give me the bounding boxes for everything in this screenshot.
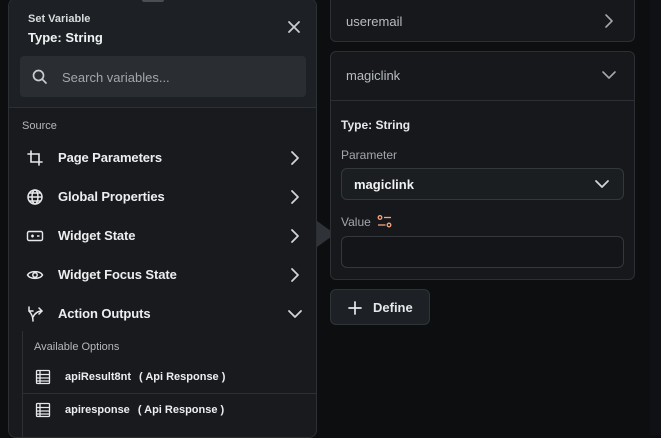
define-button-label: Define — [373, 300, 413, 315]
type-label: Type: String — [341, 118, 411, 132]
field-title: magiclink — [346, 68, 401, 83]
close-icon[interactable] — [285, 18, 303, 36]
popup-title: Set Variable — [28, 13, 91, 25]
table-icon — [35, 402, 51, 418]
search-icon — [31, 68, 49, 86]
source-item-label: Global Properties — [58, 189, 165, 204]
chevron-right-icon — [286, 227, 304, 245]
variable-settings-icon[interactable] — [377, 214, 392, 229]
source-item-global-properties[interactable]: Global Properties — [9, 179, 316, 215]
chevron-right-icon — [286, 149, 304, 167]
action-outputs-icon — [26, 305, 44, 323]
source-item-page-parameters[interactable]: Page Parameters — [9, 140, 316, 176]
chevron-right-icon — [286, 188, 304, 206]
chevron-down-icon — [286, 305, 304, 323]
source-item-label: Widget State — [58, 228, 136, 243]
option-kind: ( Api Response ) — [137, 404, 225, 416]
parameter-select[interactable]: magiclink — [341, 168, 624, 200]
plus-icon — [347, 300, 363, 316]
source-item-label: Widget Focus State — [58, 267, 177, 282]
divider — [331, 100, 634, 101]
source-item-widget-state[interactable]: Widget State — [9, 218, 316, 254]
chevron-down-icon[interactable] — [600, 66, 618, 84]
chevron-right-icon — [286, 266, 304, 284]
source-item-label: Page Parameters — [58, 150, 163, 165]
widget-state-icon — [26, 227, 44, 245]
value-label: Value — [341, 215, 371, 229]
chevron-down-icon — [593, 175, 611, 193]
drag-handle[interactable] — [142, 0, 164, 2]
source-item-widget-focus-state[interactable]: Widget Focus State — [9, 257, 316, 293]
scrollbar-track[interactable] — [650, 0, 661, 435]
option-name: apiresponse — [65, 404, 130, 416]
popup-type-label: Type: String — [28, 30, 103, 45]
field-magiclink: magiclink Type: String Parameter magicli… — [330, 51, 635, 280]
define-button[interactable]: Define — [330, 289, 430, 325]
option-item[interactable]: apiresponse ( Api Response ) — [23, 394, 316, 427]
source-item-action-outputs[interactable]: Action Outputs — [9, 296, 316, 332]
field-title: useremail — [346, 14, 403, 29]
option-item[interactable]: apiResult8nt ( Api Response ) — [23, 361, 316, 394]
table-icon — [35, 369, 51, 385]
globe-icon — [26, 188, 44, 206]
search-input[interactable] — [60, 65, 294, 89]
search-box[interactable] — [20, 56, 306, 97]
field-useremail[interactable]: useremail — [330, 0, 635, 42]
option-name: apiResult8nt — [65, 371, 132, 383]
parameter-value: magiclink — [354, 177, 414, 192]
page-parameters-icon — [26, 149, 44, 167]
source-item-label: Action Outputs — [58, 306, 151, 321]
eye-icon — [26, 266, 44, 284]
available-options-label: Available Options — [34, 341, 120, 353]
parameter-label: Parameter — [341, 148, 398, 162]
popup-header: Set Variable Type: String — [9, 0, 316, 108]
option-kind: ( Api Response ) — [139, 371, 226, 383]
value-input[interactable] — [341, 236, 624, 268]
chevron-right-icon[interactable] — [600, 12, 618, 30]
source-section-label: Source — [22, 120, 57, 132]
available-options: Available Options apiResult8nt ( Api Resp… — [22, 331, 316, 437]
set-variable-popup: Set Variable Type: String Source Page Pa… — [8, 0, 317, 438]
